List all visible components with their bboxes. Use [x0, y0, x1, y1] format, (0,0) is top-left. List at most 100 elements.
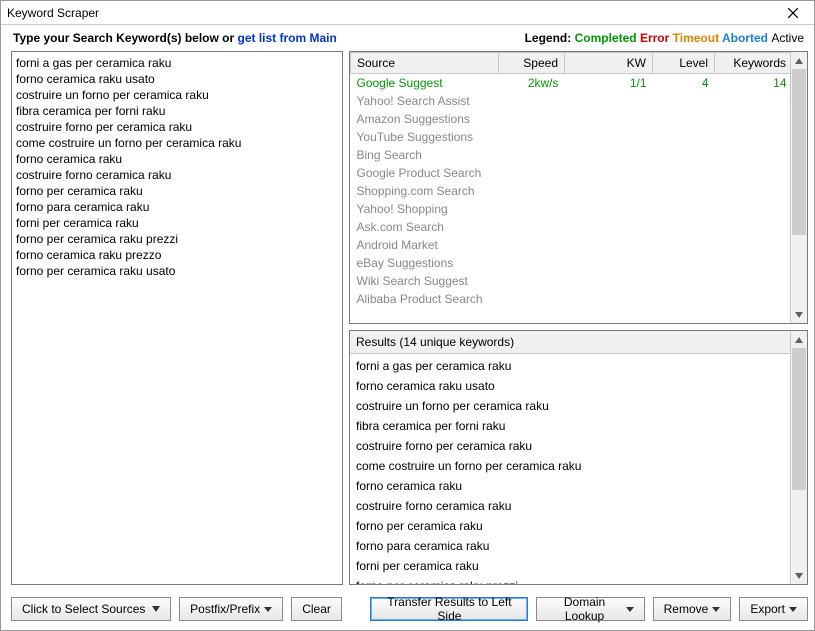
- cell-keywords: [715, 182, 791, 200]
- keyword-line: forni a gas per ceramica raku: [16, 55, 338, 71]
- result-item[interactable]: forni a gas per ceramica raku: [356, 356, 784, 376]
- col-level[interactable]: Level: [653, 53, 715, 74]
- chevron-down-icon: [152, 606, 160, 612]
- cell-speed: [499, 110, 565, 128]
- keyword-line: forno ceramica raku: [16, 151, 338, 167]
- results-wrap: Results (14 unique keywords) forni a gas…: [349, 330, 808, 585]
- sources-scrollbar[interactable]: [790, 52, 807, 323]
- header-row: Type your Search Keyword(s) below or get…: [1, 25, 814, 51]
- cell-kw: [565, 272, 653, 290]
- result-item[interactable]: costruire un forno per ceramica raku: [356, 396, 784, 416]
- cell-keywords: [715, 254, 791, 272]
- cell-speed: 2kw/s: [499, 74, 565, 93]
- cell-keywords: [715, 236, 791, 254]
- scroll-down-icon[interactable]: [791, 306, 807, 323]
- scroll-down-icon[interactable]: [791, 567, 807, 584]
- postfix-prefix-button[interactable]: Postfix/Prefix: [179, 597, 283, 621]
- col-speed[interactable]: Speed: [499, 53, 565, 74]
- clear-button[interactable]: Clear: [291, 597, 342, 621]
- source-row[interactable]: eBay Suggestions: [351, 254, 791, 272]
- result-item[interactable]: costruire forno per ceramica raku: [356, 436, 784, 456]
- get-list-link[interactable]: get list from Main: [238, 31, 337, 45]
- cell-level: [653, 92, 715, 110]
- domain-lookup-button[interactable]: Domain Lookup: [536, 597, 644, 621]
- cell-source: YouTube Suggestions: [351, 128, 499, 146]
- result-item[interactable]: fibra ceramica per forni raku: [356, 416, 784, 436]
- cell-speed: [499, 290, 565, 308]
- remove-label: Remove: [664, 602, 709, 616]
- cell-speed: [499, 254, 565, 272]
- cell-keywords: [715, 128, 791, 146]
- sources-table[interactable]: Source Speed KW Level Keywords Google Su…: [350, 52, 790, 308]
- keyword-line: forni per ceramica raku: [16, 215, 338, 231]
- cell-kw: [565, 254, 653, 272]
- col-keywords[interactable]: Keywords: [715, 53, 791, 74]
- chevron-down-icon: [626, 607, 634, 612]
- results-list[interactable]: forni a gas per ceramica rakuforno ceram…: [350, 354, 790, 584]
- legend-aborted: Aborted: [722, 31, 768, 45]
- keyword-line: costruire forno ceramica raku: [16, 167, 338, 183]
- cell-speed: [499, 164, 565, 182]
- close-icon: [788, 8, 798, 18]
- transfer-results-button[interactable]: Transfer Results to Left Side: [370, 597, 528, 621]
- keyword-line: forno per ceramica raku usato: [16, 263, 338, 279]
- cell-source: eBay Suggestions: [351, 254, 499, 272]
- scroll-thumb[interactable]: [792, 69, 806, 235]
- scroll-thumb[interactable]: [792, 348, 806, 490]
- cell-speed: [499, 92, 565, 110]
- cell-speed: [499, 146, 565, 164]
- source-row[interactable]: Bing Search: [351, 146, 791, 164]
- remove-button[interactable]: Remove: [653, 597, 732, 621]
- cell-source: Google Product Search: [351, 164, 499, 182]
- result-item[interactable]: forno per ceramica raku: [356, 516, 784, 536]
- result-item[interactable]: forno ceramica raku: [356, 476, 784, 496]
- legend-completed: Completed: [575, 31, 637, 45]
- cell-source: Shopping.com Search: [351, 182, 499, 200]
- select-sources-button[interactable]: Click to Select Sources: [11, 597, 171, 621]
- source-row[interactable]: Wiki Search Suggest: [351, 272, 791, 290]
- scroll-up-icon[interactable]: [791, 52, 807, 69]
- legend-error: Error: [640, 31, 669, 45]
- source-row[interactable]: Alibaba Product Search: [351, 290, 791, 308]
- result-item[interactable]: forni per ceramica raku: [356, 556, 784, 576]
- cell-kw: 1/1: [565, 74, 653, 93]
- source-row[interactable]: Android Market: [351, 236, 791, 254]
- source-row[interactable]: YouTube Suggestions: [351, 128, 791, 146]
- result-item[interactable]: forno para ceramica raku: [356, 536, 784, 556]
- keyword-line: forno para ceramica raku: [16, 199, 338, 215]
- cell-kw: [565, 146, 653, 164]
- cell-kw: [565, 290, 653, 308]
- keywords-textarea[interactable]: forni a gas per ceramica raku forno ceram…: [11, 51, 343, 585]
- source-row[interactable]: Google Suggest2kw/s1/1414: [351, 74, 791, 93]
- result-item[interactable]: costruire forno ceramica raku: [356, 496, 784, 516]
- close-button[interactable]: [778, 2, 808, 24]
- results-scrollbar[interactable]: [790, 331, 807, 584]
- col-source[interactable]: Source: [351, 53, 499, 74]
- postfix-label: Postfix/Prefix: [190, 602, 260, 616]
- keyword-line: costruire forno per ceramica raku: [16, 119, 338, 135]
- source-row[interactable]: Yahoo! Shopping: [351, 200, 791, 218]
- cell-speed: [499, 182, 565, 200]
- source-row[interactable]: Google Product Search: [351, 164, 791, 182]
- source-row[interactable]: Ask.com Search: [351, 218, 791, 236]
- cell-source: Android Market: [351, 236, 499, 254]
- col-kw[interactable]: KW: [565, 53, 653, 74]
- legend: Legend: Completed Error Timeout Aborted …: [525, 31, 804, 45]
- export-button[interactable]: Export: [739, 597, 808, 621]
- cell-kw: [565, 200, 653, 218]
- source-row[interactable]: Shopping.com Search: [351, 182, 791, 200]
- source-row[interactable]: Yahoo! Search Assist: [351, 92, 791, 110]
- scroll-up-icon[interactable]: [791, 331, 807, 348]
- legend-active: Active: [771, 31, 804, 45]
- prompt-prefix: Type your Search Keyword(s) below or: [13, 31, 238, 45]
- keyword-line: costruire un forno per ceramica raku: [16, 87, 338, 103]
- cell-kw: [565, 110, 653, 128]
- cell-speed: [499, 218, 565, 236]
- result-item[interactable]: forno per ceramica raku prezzi: [356, 576, 784, 584]
- cell-kw: [565, 236, 653, 254]
- results-header: Results (14 unique keywords): [350, 331, 790, 354]
- result-item[interactable]: forno ceramica raku usato: [356, 376, 784, 396]
- window-title: Keyword Scraper: [7, 6, 778, 20]
- source-row[interactable]: Amazon Suggestions: [351, 110, 791, 128]
- result-item[interactable]: come costruire un forno per ceramica rak…: [356, 456, 784, 476]
